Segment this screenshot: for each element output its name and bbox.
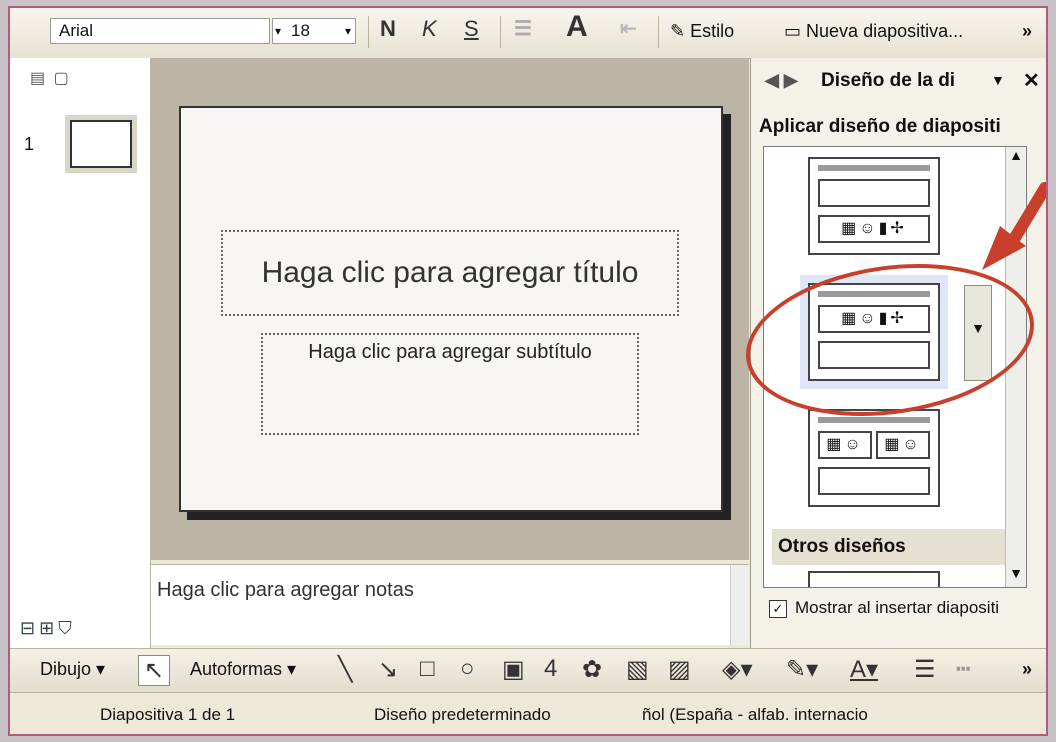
status-language: ñol (España - alfab. internacio [642, 705, 868, 724]
toolbar-separator [500, 16, 501, 48]
notes-pane[interactable]: Haga clic para agregar notas [151, 564, 749, 645]
style-icon: ✎ [670, 21, 686, 41]
line-tool-icon[interactable]: ╲ [338, 655, 352, 684]
task-pane-menu-icon[interactable]: ▼ [991, 72, 1005, 88]
font-color-icon[interactable]: A▾ [850, 655, 878, 684]
font-size-dropdown-icon[interactable]: ▾ [275, 19, 281, 43]
slide-canvas[interactable]: Haga clic para agregar título Haga clic … [179, 106, 723, 512]
powerpoint-window: Arial ▾ 18 ▾ N K S ☰ A ⇤ ✎ Estilo ▭ Nuev… [8, 6, 1048, 736]
drawing-toolbar: Dibujo ▾ ↖ Autoformas ▾ ╲ ↘ □ ○ ▣ 4 ✿ ▧ … [10, 648, 1046, 693]
italic-button[interactable]: K [422, 16, 437, 42]
drawing-toolbar-overflow-button[interactable]: » [1022, 659, 1032, 680]
scroll-down-icon[interactable]: ▼ [1006, 565, 1026, 587]
outline-tab-icon[interactable]: ▤ [30, 70, 45, 87]
notes-placeholder: Haga clic para agregar notas [157, 579, 414, 601]
task-pane-back-forward-icons[interactable]: ◀ ▶ [765, 70, 798, 91]
textbox-tool-icon[interactable]: ▣ [502, 655, 525, 684]
font-name-combo[interactable]: Arial [50, 18, 270, 44]
toolbar-overflow-button[interactable]: » [1022, 18, 1032, 44]
slide-thumbnail-number: 1 [24, 134, 35, 154]
font-size-arrow-icon[interactable]: ▾ [345, 19, 351, 43]
select-pointer-icon[interactable]: ↖ [138, 655, 170, 686]
picture-tool-icon[interactable]: ▨ [668, 655, 691, 684]
title-placeholder-text: Haga clic para agregar título [261, 256, 639, 289]
show-on-insert-checkbox[interactable]: ✓ [769, 599, 787, 618]
arrow-tool-icon[interactable]: ↘ [378, 655, 398, 684]
content-icons: ▦☺ [876, 431, 930, 459]
bold-button[interactable]: N [380, 16, 396, 42]
decrease-indent-icon[interactable]: ⇤ [620, 16, 637, 41]
toolbar-separator [658, 16, 659, 48]
content-icons: ▦☺▮✢ [818, 215, 930, 243]
task-pane-header: ◀ ▶ Diseño de la di ▼ ✕ [751, 58, 1046, 102]
underline-button[interactable]: S [464, 16, 479, 42]
notes-scrollbar[interactable] [730, 565, 749, 645]
layout-two-content-text[interactable]: ▦☺ ▦☺ [808, 409, 940, 507]
status-bar: Diapositiva 1 de 1 Diseño predeterminado… [10, 692, 1046, 734]
slide-thumbnail[interactable] [70, 120, 132, 168]
slideshow-icon[interactable]: ⛉ [58, 618, 76, 638]
new-slide-label: Nueva diapositiva... [806, 21, 964, 41]
subtitle-placeholder-text: Haga clic para agregar subtítulo [308, 341, 592, 363]
draw-menu-button[interactable]: Dibujo ▾ [40, 659, 105, 680]
toolbar-separator [368, 16, 369, 48]
new-slide-button[interactable]: ▭ Nueva diapositiva... [784, 18, 963, 44]
style-button[interactable]: ✎ Estilo [670, 18, 734, 44]
scroll-up-icon[interactable]: ▲ [1006, 147, 1026, 169]
layout-title-bar [818, 417, 930, 423]
clipart-tool-icon[interactable]: ▧ [626, 655, 649, 684]
bullet-list-icon[interactable]: ☰ [514, 16, 532, 41]
dash-style-icon[interactable]: ┅ [956, 655, 970, 684]
slides-pane: ▤ ▢ 1 ⊟⊞⛉ [10, 58, 151, 648]
task-pane-title[interactable]: Diseño de la di [821, 70, 991, 92]
status-slide-position: Diapositiva 1 de 1 [100, 705, 236, 724]
rectangle-tool-icon[interactable]: □ [420, 655, 435, 683]
draw-menu-label: Dibujo [40, 659, 92, 679]
autoshapes-button[interactable]: Autoformas ▾ [190, 659, 296, 680]
formatting-toolbar: Arial ▾ 18 ▾ N K S ☰ A ⇤ ✎ Estilo ▭ Nuev… [10, 8, 1046, 59]
slide-sorter-icon[interactable]: ⊞ [39, 618, 58, 638]
fill-color-icon[interactable]: ◈▾ [722, 655, 753, 684]
font-size-combo[interactable]: ▾ 18 ▾ [272, 18, 356, 44]
font-size-value: 18 [291, 21, 310, 40]
slides-tab-icon[interactable]: ▢ [54, 70, 69, 87]
line-style-icon[interactable]: ☰ [914, 655, 936, 684]
layout-text-box [818, 179, 930, 207]
diagram-tool-icon[interactable]: ✿ [582, 655, 602, 684]
subtitle-placeholder[interactable]: Haga clic para agregar subtítulo [261, 333, 639, 435]
style-label: Estilo [690, 21, 735, 41]
grow-font-button[interactable]: A [566, 10, 588, 44]
outline-slides-tabs[interactable]: ▤ ▢ [30, 68, 69, 88]
normal-view-icon[interactable]: ⊟ [20, 618, 39, 638]
status-design-name: Diseño predeterminado [374, 705, 551, 724]
ellipse-tool-icon[interactable]: ○ [460, 655, 475, 683]
apply-layout-heading: Aplicar diseño de diapositi [759, 116, 1001, 137]
slide-editing-area: Haga clic para agregar título Haga clic … [151, 58, 749, 560]
line-color-icon[interactable]: ✎▾ [786, 655, 818, 684]
autoshapes-label: Autoformas [190, 659, 283, 679]
layout-title-bar [818, 165, 930, 171]
show-on-insert-option[interactable]: ✓ Mostrar al insertar diapositi [769, 598, 1046, 618]
view-buttons: ⊟⊞⛉ [20, 618, 76, 639]
task-pane-close-icon[interactable]: ✕ [1023, 68, 1040, 93]
layout-text-box [818, 467, 930, 495]
wordart-tool-icon[interactable]: 4 [544, 655, 557, 683]
title-placeholder[interactable]: Haga clic para agregar título [221, 230, 679, 316]
content-icons: ▦☺ [818, 431, 872, 459]
layout-next-partial[interactable] [808, 571, 940, 587]
new-slide-icon: ▭ [784, 21, 802, 41]
show-on-insert-label: Mostrar al insertar diapositi [795, 598, 1000, 617]
font-name-value: Arial [59, 21, 94, 40]
layout-title-text-content[interactable]: ▦☺▮✢ [808, 157, 940, 255]
other-layouts-heading: Otros diseños [772, 529, 1008, 565]
